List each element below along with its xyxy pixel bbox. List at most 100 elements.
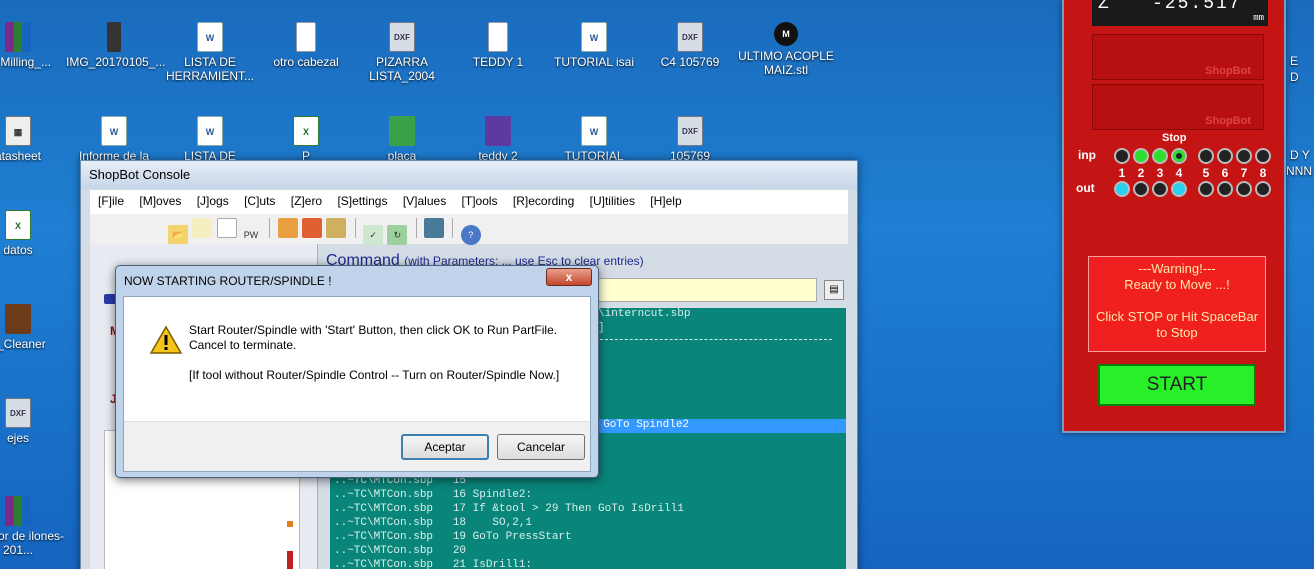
menu-jogs[interactable]: [J]ogs — [197, 194, 229, 208]
led-number: 7 — [1240, 166, 1248, 180]
word-doc-icon: W — [581, 22, 607, 52]
desktop-icon[interactable]: TEDDY 1 — [450, 22, 546, 69]
led-number: 1 — [1118, 166, 1126, 180]
desktop-icon[interactable]: DXF PIZARRA LISTA_2004 — [354, 22, 450, 83]
readout-box: ShopBot — [1092, 34, 1264, 80]
led-number: 8 — [1259, 166, 1267, 180]
dialog-footer: Aceptar Cancelar — [124, 421, 590, 471]
menu-cuts[interactable]: [C]uts — [244, 194, 275, 208]
menu-moves[interactable]: [M]oves — [139, 194, 181, 208]
ok-button[interactable]: Aceptar — [401, 434, 489, 460]
dxf-file-icon: DXF — [677, 116, 703, 146]
output-led-1[interactable] — [1114, 181, 1130, 197]
input-led-1 — [1114, 148, 1130, 164]
menu-values[interactable]: [V]alues — [403, 194, 446, 208]
desktop-icon[interactable]: ▦ atasheet — [0, 116, 66, 163]
output-led-7[interactable] — [1236, 181, 1252, 197]
desktop-icon[interactable]: a_Cleaner — [0, 304, 66, 351]
menu-zero[interactable]: [Z]ero — [291, 194, 322, 208]
code-line: ..~TC\MTCon.sbp 18 SO,2,1 — [334, 517, 533, 529]
dxf-file-icon: DXF — [5, 398, 31, 428]
warning-title: ---Warning!--- — [1138, 261, 1216, 276]
desktop-icon[interactable]: X datos — [0, 210, 66, 257]
pw-button[interactable]: PW — [241, 225, 261, 245]
word-doc-icon: W — [101, 116, 127, 146]
menu-help[interactable]: [H]elp — [650, 194, 681, 208]
output-led-4[interactable] — [1171, 181, 1187, 197]
axis-label: Z — [1098, 0, 1109, 14]
shopbot-watermark: ShopBot — [1205, 65, 1251, 77]
led-number: 5 — [1202, 166, 1210, 180]
output-led-5[interactable] — [1198, 181, 1214, 197]
desktop-icon[interactable]: DXF ejes — [0, 398, 66, 445]
edge-label: D Y — [1290, 148, 1310, 162]
menu-bar: [F]ile [M]oves [J]ogs [C]uts [Z]ero [S]e… — [90, 190, 848, 214]
clipboard-icon[interactable] — [192, 218, 213, 238]
menu-recording[interactable]: [R]ecording — [513, 194, 574, 208]
teddy-file-icon — [485, 116, 511, 146]
checklist-icon[interactable]: ✓ — [363, 225, 384, 245]
tool-icon[interactable] — [277, 218, 298, 238]
excel-file-icon: X — [5, 210, 31, 240]
axis-value: -25.517 — [1152, 0, 1242, 14]
menu-file[interactable]: [F]ile — [98, 194, 124, 208]
refresh-icon[interactable]: ↻ — [387, 225, 408, 245]
inp-label: inp — [1078, 148, 1096, 162]
toolbar-separator — [269, 218, 271, 238]
text-file-icon — [488, 22, 508, 52]
shopbot-position-panel: Z -25.517 mm ShopBot ShopBot Stop inp ou… — [1062, 0, 1286, 433]
desktop-icon[interactable]: DXF C4 105769 — [642, 22, 738, 69]
output-led-3[interactable] — [1152, 181, 1168, 197]
code-line: \interncut.sbp — [598, 308, 691, 320]
edge-label: E — [1290, 54, 1299, 68]
desktop-icon[interactable]: evador de ilones-201... — [0, 496, 66, 557]
warning-line: Ready to Move ...! — [1124, 277, 1230, 292]
menu-utilities[interactable]: [U]tilities — [590, 194, 635, 208]
desktop-icon[interactable]: otro cabezal — [258, 22, 354, 69]
help-icon[interactable]: ? — [460, 225, 481, 245]
close-button[interactable]: x — [546, 268, 592, 286]
warning-action: Click STOP or Hit SpaceBar to Stop — [1095, 309, 1259, 340]
code-line: ..~TC\MTCon.sbp 20 — [334, 545, 467, 557]
rar-icon — [5, 22, 31, 52]
edge-label: D — [1290, 70, 1299, 84]
open-folder-icon[interactable]: 📂 — [168, 225, 188, 245]
led-number: 3 — [1156, 166, 1164, 180]
output-led-2[interactable] — [1133, 181, 1149, 197]
output-led-6[interactable] — [1217, 181, 1233, 197]
spindle-start-dialog: NOW STARTING ROUTER/SPINDLE ! x Start Ro… — [115, 265, 599, 478]
desktop-icon[interactable]: C_Milling_... — [0, 22, 66, 69]
rar-icon — [5, 496, 31, 526]
warning-icon — [150, 325, 182, 354]
page-icon[interactable] — [216, 218, 237, 238]
input-led-2 — [1133, 148, 1149, 164]
desktop-icon[interactable]: IMG_20170105_... — [66, 22, 165, 69]
desktop-icon[interactable]: W LISTA DE — [162, 116, 258, 163]
settings-icon[interactable] — [326, 218, 347, 238]
desktop-icon[interactable]: W TUTORIAL isai — [546, 22, 642, 69]
desktop-icon[interactable]: W LISTA DE HERRAMIENT... — [162, 22, 258, 83]
output-led-8[interactable] — [1255, 181, 1271, 197]
desktop-icon[interactable]: W TUTORIAL — [546, 116, 642, 163]
stl-file-icon: M — [774, 22, 798, 46]
desktop-icon[interactable]: X P — [258, 116, 354, 163]
code-divider — [570, 339, 832, 340]
word-doc-icon: W — [581, 116, 607, 146]
desktop-icon[interactable]: M ULTIMO ACOPLE MAIZ.stl — [738, 22, 834, 77]
cut-icon[interactable] — [302, 218, 323, 238]
machine-icon[interactable] — [424, 218, 445, 238]
cancel-button[interactable]: Cancelar — [497, 434, 585, 460]
desktop-icon[interactable]: W Informe de la — [66, 116, 162, 163]
desktop-icon[interactable]: placa — [354, 116, 450, 163]
desktop-icon[interactable]: DXF 105769 — [642, 116, 738, 163]
excel-file-icon: X — [293, 116, 319, 146]
dialog-title: NOW STARTING ROUTER/SPINDLE ! — [124, 274, 332, 288]
start-button[interactable]: START — [1098, 364, 1256, 406]
desktop-icon[interactable]: teddy 2 — [450, 116, 546, 163]
menu-settings[interactable]: [S]ettings — [337, 194, 387, 208]
menu-tools[interactable]: [T]ools — [462, 194, 498, 208]
toolbar-separator — [415, 218, 417, 238]
dxf-file-icon: DXF — [677, 22, 703, 52]
code-line: ..~TC\MTCon.sbp 16 Spindle2: — [334, 489, 533, 501]
clipboard-icon[interactable]: ▤ — [824, 280, 844, 300]
